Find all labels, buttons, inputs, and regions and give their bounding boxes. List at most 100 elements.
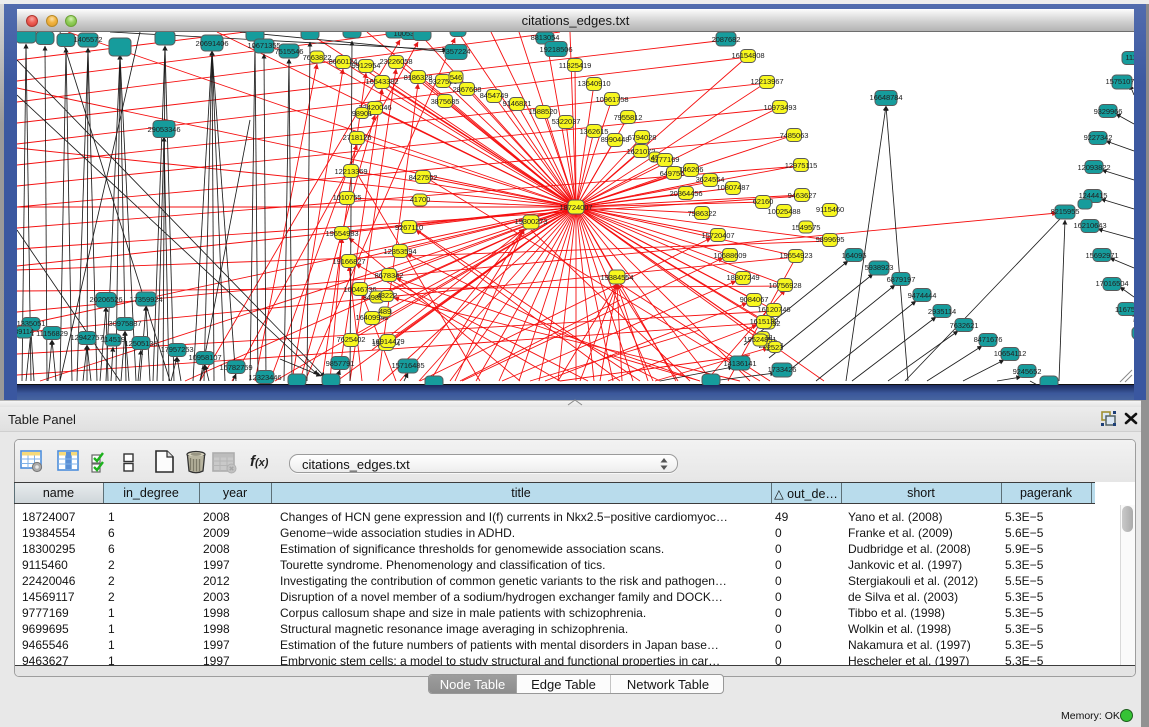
svg-text:23226058: 23226058 bbox=[380, 57, 413, 66]
svg-text:9857791: 9857791 bbox=[326, 359, 355, 368]
svg-text:10961758: 10961758 bbox=[596, 95, 629, 104]
svg-text:16154808: 16154808 bbox=[732, 51, 765, 60]
svg-text:12975115: 12975115 bbox=[785, 161, 817, 170]
svg-text:19166827: 19166827 bbox=[333, 257, 366, 266]
svg-text:19654983: 19654983 bbox=[326, 229, 359, 238]
svg-text:29053346: 29053346 bbox=[148, 125, 181, 134]
svg-text:16648784: 16648784 bbox=[870, 93, 903, 102]
svg-text:8990448: 8990448 bbox=[601, 135, 630, 144]
svg-text:10756928: 10756928 bbox=[769, 281, 802, 290]
svg-text:6879197: 6879197 bbox=[887, 275, 916, 284]
svg-text:41700: 41700 bbox=[410, 195, 431, 204]
svg-text:15716485: 15716485 bbox=[392, 361, 425, 370]
svg-text:9115460: 9115460 bbox=[816, 205, 844, 214]
svg-text:12213967: 12213967 bbox=[751, 77, 784, 86]
svg-text:546: 546 bbox=[450, 73, 462, 82]
svg-text:114519: 114519 bbox=[101, 335, 125, 344]
svg-text:1010755: 1010755 bbox=[333, 193, 362, 202]
svg-text:10958107: 10958107 bbox=[189, 353, 222, 362]
svg-text:111: 111 bbox=[1125, 53, 1134, 62]
svg-text:16543382: 16543382 bbox=[366, 77, 399, 86]
svg-text:9227342: 9227342 bbox=[1084, 133, 1113, 142]
svg-text:98901: 98901 bbox=[352, 109, 373, 118]
svg-text:12505135: 12505135 bbox=[125, 339, 158, 348]
svg-text:746266: 746266 bbox=[679, 165, 704, 174]
svg-text:7485063: 7485063 bbox=[780, 131, 809, 140]
svg-text:20691406: 20691406 bbox=[196, 39, 229, 48]
svg-text:8813054: 8813054 bbox=[531, 33, 560, 42]
svg-text:14136141: 14136141 bbox=[724, 359, 757, 368]
svg-text:2718126: 2718126 bbox=[343, 133, 372, 142]
svg-text:1588520: 1588520 bbox=[529, 107, 558, 116]
svg-text:1405572: 1405572 bbox=[74, 35, 103, 44]
svg-text:10688609: 10688609 bbox=[714, 251, 747, 260]
svg-text:9463627: 9463627 bbox=[788, 191, 817, 200]
svg-text:9912954: 9912954 bbox=[352, 61, 381, 70]
svg-text:16782759: 16782759 bbox=[220, 363, 253, 372]
svg-text:8215955: 8215955 bbox=[1051, 207, 1080, 216]
svg-text:15720407: 15720407 bbox=[702, 231, 735, 240]
svg-text:6794028: 6794028 bbox=[628, 133, 657, 142]
svg-text:48222: 48222 bbox=[377, 291, 398, 300]
svg-text:2523: 2523 bbox=[767, 343, 784, 352]
svg-text:15751074: 15751074 bbox=[1106, 77, 1135, 86]
svg-text:1615132: 1615132 bbox=[750, 317, 779, 326]
svg-text:11156829: 11156829 bbox=[36, 329, 68, 338]
svg-text:9899695: 9899695 bbox=[816, 235, 845, 244]
svg-text:9777169: 9777169 bbox=[651, 155, 680, 164]
svg-text:18724007: 18724007 bbox=[560, 203, 593, 212]
svg-text:18807249: 18807249 bbox=[727, 273, 760, 282]
svg-text:489: 489 bbox=[379, 307, 391, 316]
svg-text:7515546: 7515546 bbox=[275, 47, 304, 56]
svg-text:1733426: 1733426 bbox=[768, 365, 797, 374]
svg-text:7663822: 7663822 bbox=[303, 53, 332, 62]
svg-text:20206526: 20206526 bbox=[90, 295, 123, 304]
svg-text:9146821: 9146821 bbox=[503, 99, 532, 108]
svg-text:2087682: 2087682 bbox=[712, 35, 741, 44]
svg-text:12353594: 12353594 bbox=[384, 247, 417, 256]
svg-text:8427552: 8427552 bbox=[409, 173, 438, 182]
svg-text:16914479: 16914479 bbox=[372, 337, 405, 346]
svg-text:16120746: 16120746 bbox=[758, 305, 791, 314]
svg-text:7632621: 7632621 bbox=[950, 321, 979, 330]
svg-text:2935114: 2935114 bbox=[928, 307, 956, 316]
svg-text:9474444: 9474444 bbox=[908, 291, 937, 300]
svg-text:19654923: 19654923 bbox=[780, 251, 813, 260]
svg-text:12323446: 12323446 bbox=[249, 373, 282, 382]
svg-text:3875685: 3875685 bbox=[431, 97, 460, 106]
svg-text:15692971: 15692971 bbox=[1086, 251, 1119, 260]
svg-text:12213369: 12213369 bbox=[335, 167, 368, 176]
svg-text:10654112: 10654112 bbox=[994, 349, 1026, 358]
svg-text:19218506: 19218506 bbox=[540, 45, 573, 54]
svg-text:17016504: 17016504 bbox=[1096, 279, 1129, 288]
svg-text:10973493: 10973493 bbox=[764, 103, 797, 112]
svg-text:20364456: 20364456 bbox=[670, 189, 703, 198]
svg-text:1549575: 1549575 bbox=[792, 223, 821, 232]
svg-text:116753: 116753 bbox=[1115, 305, 1134, 314]
svg-text:2867608: 2867608 bbox=[453, 85, 482, 94]
svg-text:13640910: 13640910 bbox=[578, 79, 611, 88]
svg-text:164095: 164095 bbox=[842, 251, 867, 260]
svg-text:12942757: 12942757 bbox=[71, 333, 104, 342]
svg-text:12093822: 12093822 bbox=[1078, 163, 1111, 172]
svg-text:7986322: 7986322 bbox=[688, 209, 717, 218]
svg-text:62160: 62160 bbox=[753, 197, 774, 206]
svg-text:9329966: 9329966 bbox=[1094, 107, 1123, 116]
svg-text:39114: 39114 bbox=[17, 327, 34, 336]
svg-text:7357224: 7357224 bbox=[442, 47, 471, 56]
svg-text:9245652: 9245652 bbox=[1013, 367, 1042, 376]
svg-text:9267110: 9267110 bbox=[395, 223, 423, 232]
svg-text:7955812: 7955812 bbox=[614, 113, 643, 122]
svg-text:10025488: 10025488 bbox=[768, 207, 801, 216]
svg-text:10807487: 10807487 bbox=[717, 183, 750, 192]
svg-text:7625402: 7625402 bbox=[337, 335, 366, 344]
svg-text:8678342: 8678342 bbox=[375, 271, 404, 280]
svg-text:17359924: 17359924 bbox=[130, 295, 163, 304]
svg-text:30975887: 30975887 bbox=[109, 319, 142, 328]
svg-text:5938923: 5938923 bbox=[865, 263, 894, 272]
svg-text:19384554: 19384554 bbox=[601, 273, 634, 282]
svg-text:19300273: 19300273 bbox=[515, 217, 548, 226]
svg-text:16210643: 16210643 bbox=[1074, 221, 1107, 230]
svg-text:5322037: 5322037 bbox=[552, 117, 581, 126]
svg-text:11325419: 11325419 bbox=[559, 61, 591, 70]
